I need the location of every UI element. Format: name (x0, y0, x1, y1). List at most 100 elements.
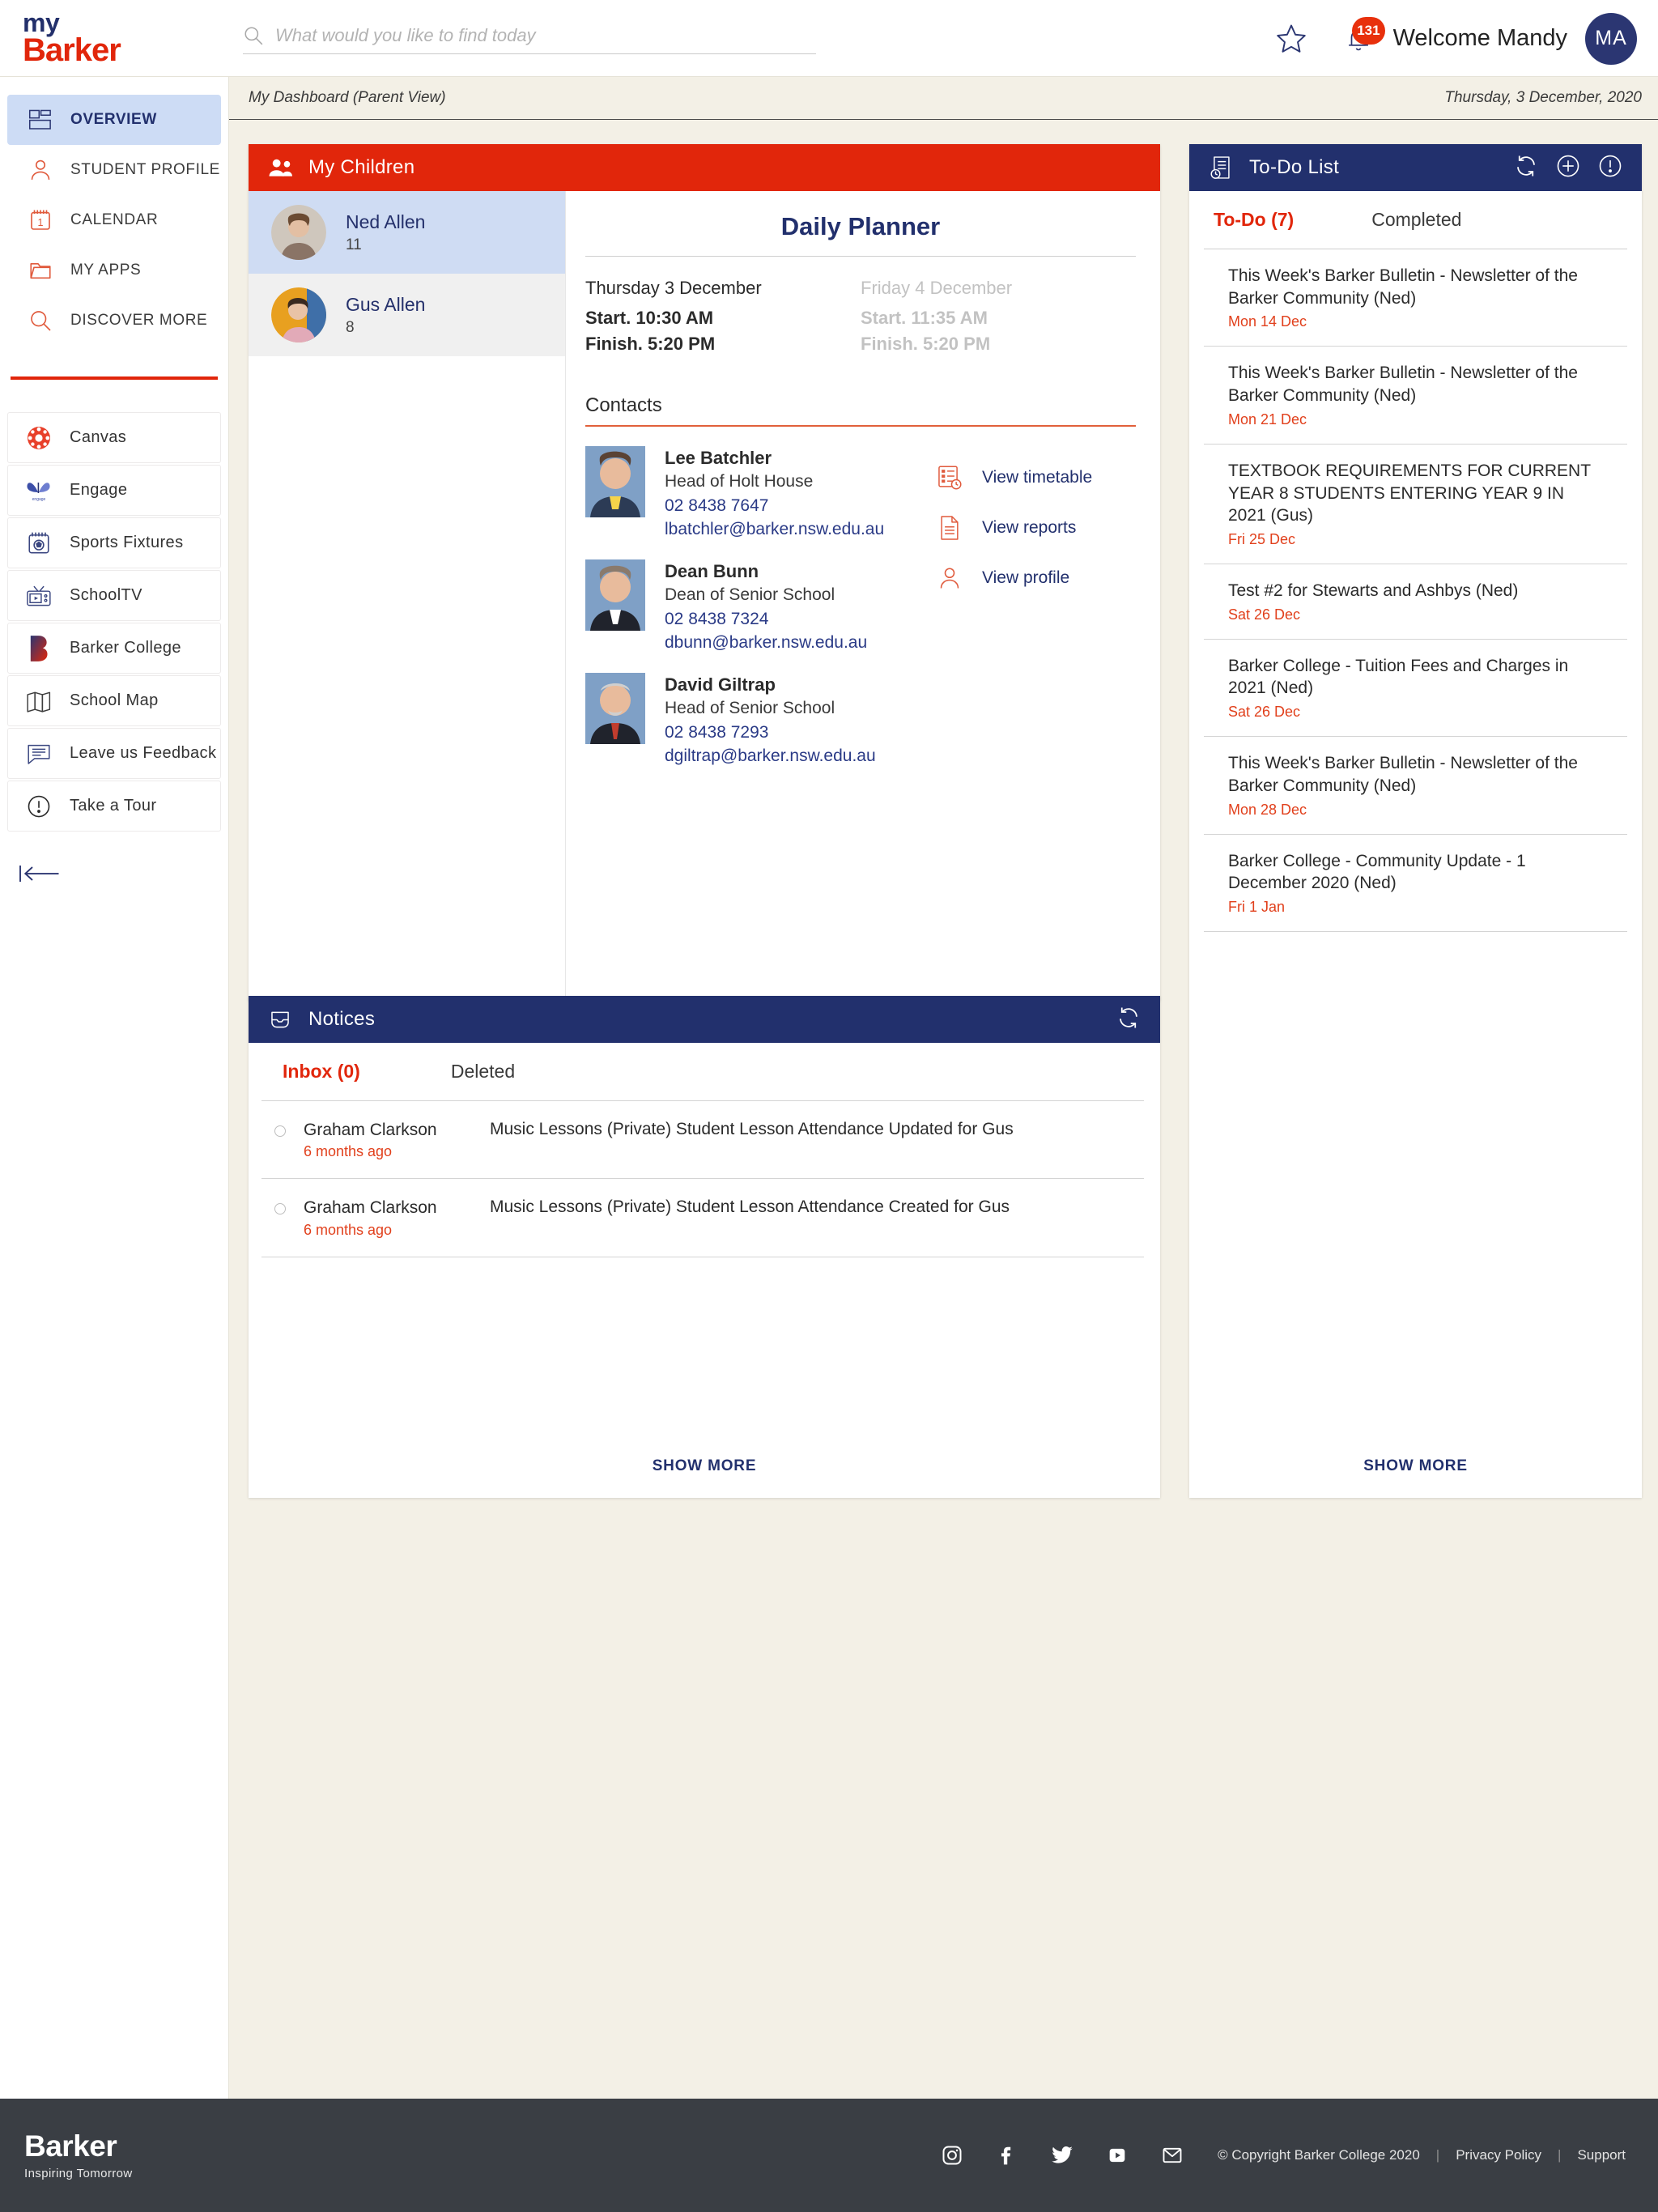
folder-icon (25, 258, 56, 283)
contact-email[interactable]: lbatchler@barker.nsw.edu.au (665, 517, 884, 541)
todo-item-date: Sat 26 Dec (1228, 606, 1301, 623)
contacts-section: Lee Batchler Head of Holt House 02 8438 … (585, 427, 1136, 786)
search-input[interactable] (275, 25, 816, 46)
child-row-ned-allen[interactable]: Ned Allen 11 (249, 191, 565, 274)
contact-phone[interactable]: 02 8438 7293 (665, 721, 876, 744)
search-bar[interactable] (243, 18, 816, 54)
contact-name: David Giltrap (665, 674, 776, 695)
sidebar-app-leave-us-feedback[interactable]: Leave us Feedback (7, 728, 221, 779)
header-actions: 131 Welcome Mandy MA (1269, 0, 1637, 77)
sidebar-app-school-map[interactable]: School Map (7, 675, 221, 726)
sidebar-item-student-profile[interactable]: STUDENT PROFILE (7, 145, 221, 195)
email-icon[interactable] (1159, 2142, 1185, 2168)
sidebar-app-engage[interactable]: engage Engage (7, 465, 221, 516)
todo-item[interactable]: TEXTBOOK REQUIREMENTS FOR CURRENT YEAR 8… (1204, 445, 1627, 565)
youtube-icon[interactable] (1104, 2142, 1130, 2168)
sidebar-app-label-take-a-tour: Take a Tour (70, 797, 157, 815)
sidebar-app-sports-fixtures[interactable]: Sports Fixtures (7, 517, 221, 568)
facebook-icon[interactable] (994, 2142, 1020, 2168)
contact-name: Dean Bunn (665, 560, 759, 581)
todo-show-more-button[interactable]: SHOW MORE (1189, 1457, 1642, 1475)
footer-social-links (939, 2142, 1185, 2168)
profile-person-icon (933, 565, 966, 591)
sidebar-app-schooltv[interactable]: SchoolTV (7, 570, 221, 621)
tab-inbox[interactable]: Inbox (0) (283, 1061, 360, 1083)
contact-role: Dean of Senior School (665, 585, 835, 605)
todo-panel: To-Do List To-Do (7) Completed This Week… (1189, 144, 1642, 1498)
sidebar-label-overview: OVERVIEW (70, 111, 157, 128)
sidebar-item-discover-more[interactable]: DISCOVER MORE (7, 296, 221, 346)
todo-item[interactable]: This Week's Barker Bulletin - Newsletter… (1204, 737, 1627, 835)
daily-planner: Daily Planner Thursday 3 December Start.… (566, 191, 1160, 1001)
my-children-header: My Children (249, 144, 1160, 191)
favourites-button[interactable] (1269, 16, 1314, 62)
view-timetable-link[interactable]: View timetable (933, 453, 1136, 503)
add-circle-icon[interactable] (1556, 154, 1580, 182)
sidebar-item-overview[interactable]: OVERVIEW (7, 95, 221, 145)
breadcrumb-title: My Dashboard (Parent View) (249, 89, 446, 106)
contact-email[interactable]: dgiltrap@barker.nsw.edu.au (665, 744, 876, 768)
my-barker-logo[interactable]: my Barker (23, 10, 121, 66)
notice-row[interactable]: Graham Clarkson 6 months ago Music Lesso… (261, 1101, 1144, 1180)
refresh-icon[interactable] (1116, 1006, 1141, 1034)
sidebar-item-my-apps[interactable]: MY APPS (7, 245, 221, 296)
contact-phone[interactable]: 02 8438 7324 (665, 607, 867, 631)
info-icon (21, 794, 57, 819)
tab-completed[interactable]: Completed (1371, 209, 1461, 231)
sidebar-app-take-a-tour[interactable]: Take a Tour (7, 781, 221, 832)
todo-item-title: Barker College - Tuition Fees and Charge… (1228, 656, 1569, 698)
notices-panel: Notices Inbox (0) Deleted Graham Clarkso… (249, 996, 1160, 1498)
todo-item[interactable]: This Week's Barker Bulletin - Newsletter… (1204, 249, 1627, 347)
twitter-icon[interactable] (1049, 2142, 1075, 2168)
todo-item[interactable]: Barker College - Tuition Fees and Charge… (1204, 640, 1627, 738)
sidebar-app-barker-college[interactable]: Barker College (7, 623, 221, 674)
tab-deleted[interactable]: Deleted (451, 1061, 515, 1083)
refresh-icon[interactable] (1514, 154, 1538, 182)
notices-show-more-button[interactable]: SHOW MORE (249, 1457, 1160, 1475)
info-circle-icon[interactable] (1598, 154, 1622, 182)
todo-item-title: This Week's Barker Bulletin - Newsletter… (1228, 754, 1578, 795)
sidebar-app-label-canvas: Canvas (70, 428, 127, 446)
view-profile-label: View profile (982, 568, 1070, 587)
privacy-policy-link[interactable]: Privacy Policy (1456, 2147, 1541, 2163)
todo-item-date: Fri 1 Jan (1228, 899, 1286, 916)
contact-card[interactable]: David Giltrap Head of Senior School 02 8… (585, 672, 933, 768)
sidebar-label-calendar: CALENDAR (70, 211, 159, 228)
planner-day-finish: Finish. 5:20 PM (861, 333, 991, 354)
my-children-title: My Children (308, 156, 415, 178)
todo-tabs: To-Do (7) Completed (1189, 191, 1642, 231)
sidebar-item-calendar[interactable]: 1 CALENDAR (7, 195, 221, 245)
todo-title: To-Do List (1249, 156, 1340, 178)
footer-separator: | (1435, 2147, 1440, 2163)
contact-card[interactable]: Lee Batchler Head of Holt House 02 8438 … (585, 445, 933, 542)
view-profile-link[interactable]: View profile (933, 553, 1136, 603)
child-row-gus-allen[interactable]: Gus Allen 8 (249, 274, 565, 356)
instagram-icon[interactable] (939, 2142, 965, 2168)
todo-item-title: TEXTBOOK REQUIREMENTS FOR CURRENT YEAR 8… (1228, 461, 1591, 525)
view-reports-link[interactable]: View reports (933, 503, 1136, 553)
sidebar-app-label-leave-us-feedback: Leave us Feedback (70, 744, 217, 762)
view-timetable-label: View timetable (982, 467, 1093, 487)
contact-role: Head of Holt House (665, 472, 814, 491)
contact-card[interactable]: Dean Bunn Dean of Senior School 02 8438 … (585, 559, 933, 655)
notice-sender: Graham Clarkson 6 months ago (304, 1197, 490, 1238)
notice-row[interactable]: Graham Clarkson 6 months ago Music Lesso… (261, 1179, 1144, 1257)
tab-todo[interactable]: To-Do (7) (1214, 209, 1294, 231)
sidebar-app-canvas[interactable]: Canvas (7, 412, 221, 463)
contact-email[interactable]: dbunn@barker.nsw.edu.au (665, 631, 867, 654)
todo-item-title: This Week's Barker Bulletin - Newsletter… (1228, 364, 1578, 406)
support-link[interactable]: Support (1577, 2147, 1626, 2163)
todo-item[interactable]: Barker College - Community Update - 1 De… (1204, 835, 1627, 933)
notice-sender: Graham Clarkson 6 months ago (304, 1119, 490, 1160)
breadcrumb: My Dashboard (Parent View) Thursday, 3 D… (229, 77, 1658, 120)
notifications-button[interactable]: 131 (1340, 16, 1385, 59)
todo-item[interactable]: Test #2 for Stewarts and Ashbys (Ned) Sa… (1204, 564, 1627, 640)
contact-phone[interactable]: 02 8438 7647 (665, 494, 884, 517)
collapse-sidebar-icon[interactable] (18, 857, 74, 890)
avatar[interactable]: MA (1585, 12, 1637, 65)
planner-day-start: Start. 11:35 AM (861, 308, 988, 328)
daily-planner-title: Daily Planner (585, 212, 1136, 257)
todo-item[interactable]: This Week's Barker Bulletin - Newsletter… (1204, 347, 1627, 445)
tv-icon (21, 584, 57, 608)
todo-item-date: Fri 25 Dec (1228, 531, 1296, 548)
